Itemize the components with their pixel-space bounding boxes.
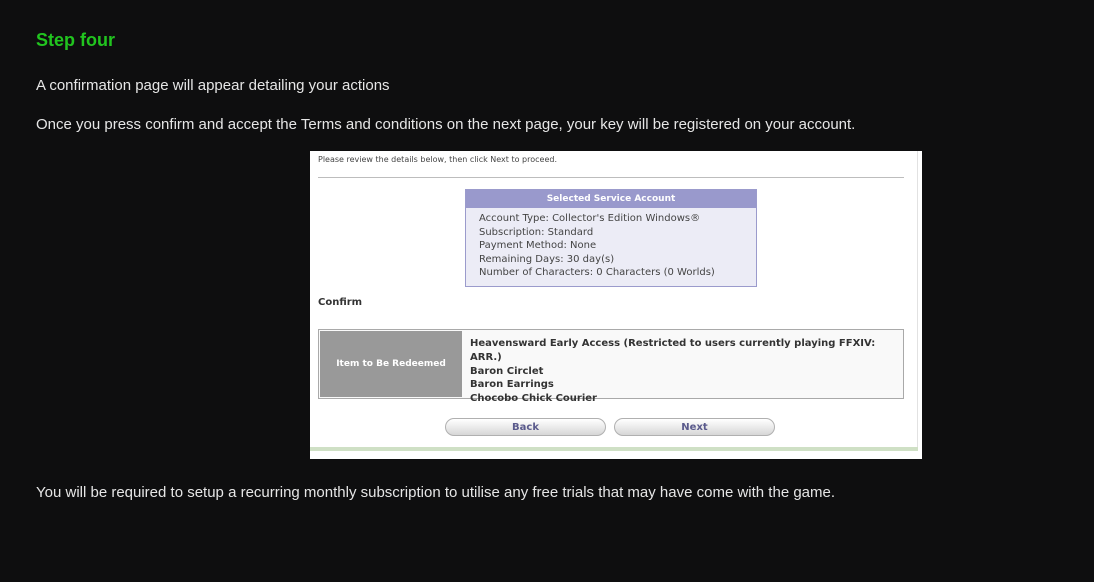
back-button[interactable]: Back (445, 418, 606, 436)
divider (917, 151, 918, 447)
list-item: Heavensward Early Access (Restricted to … (470, 338, 876, 363)
service-account-title: Selected Service Account (466, 190, 756, 208)
footer-bar (310, 447, 918, 451)
next-button[interactable]: Next (614, 418, 775, 436)
instruction-paragraph: Once you press confirm and accept the Te… (36, 116, 856, 133)
subscription-note: You will be required to setup a recurrin… (36, 484, 836, 501)
list-item: Baron Earrings (470, 379, 554, 391)
items-label-cell: Item to Be Redeemed (320, 331, 462, 397)
remaining-days-line: Remaining Days: 30 day(s) (479, 253, 615, 265)
account-type-line: Account Type: Collector's Edition Window… (479, 213, 701, 224)
payment-method-line: Payment Method: None (479, 240, 597, 252)
subscription-line: Subscription: Standard (479, 226, 594, 238)
confirmation-screenshot: Please review the details below, then cl… (310, 151, 922, 459)
step-heading: Step four (36, 30, 115, 50)
intro-paragraph: A confirmation page will appear detailin… (36, 77, 390, 94)
redeem-items-table: Item to Be Redeemed Heavensward Early Ac… (318, 329, 904, 404)
confirm-label: Confirm (318, 297, 363, 308)
service-account-panel: Selected Service Account Account Type: C… (465, 189, 757, 287)
list-item: Baron Circlet (470, 365, 544, 377)
list-item: Chocobo Chick Courier (470, 393, 597, 405)
divider (318, 177, 904, 178)
review-instructions: Please review the details below, then cl… (318, 155, 557, 164)
characters-line: Number of Characters: 0 Characters (0 Wo… (479, 267, 715, 279)
